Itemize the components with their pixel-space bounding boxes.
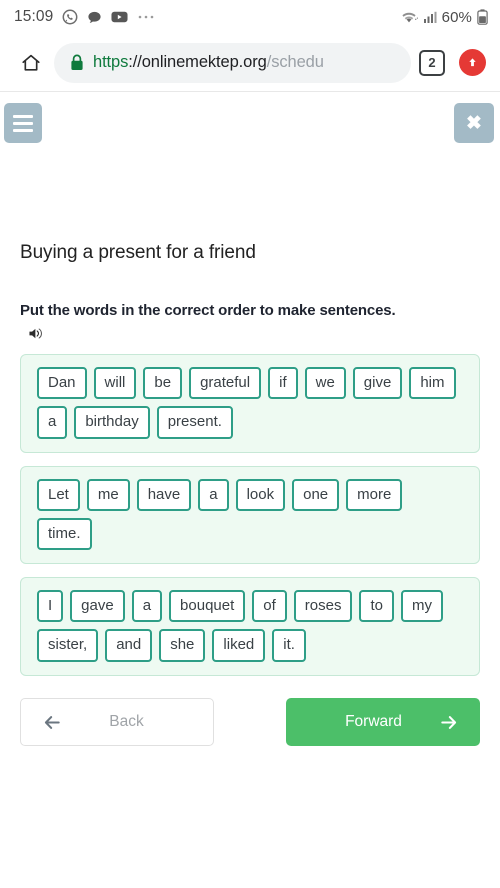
sentence-box-3: I gave a bouquet of roses to my sister, … bbox=[20, 577, 480, 676]
word-chip[interactable]: a bbox=[37, 406, 68, 439]
lock-icon bbox=[70, 54, 84, 71]
word-chip[interactable]: be bbox=[143, 367, 183, 400]
forward-button[interactable]: Forward bbox=[286, 698, 480, 746]
status-bar-left: 15:09 bbox=[14, 8, 400, 26]
url-text: https://onlinemektep.org/schedu bbox=[93, 53, 324, 72]
page-title: Buying a present for a friend bbox=[20, 242, 256, 263]
word-chip[interactable]: I bbox=[37, 590, 64, 623]
menu-bar-2 bbox=[13, 121, 33, 125]
word-chip[interactable]: grateful bbox=[189, 367, 262, 400]
chip-row-3: I gave a bouquet of roses to my sister, … bbox=[37, 590, 463, 662]
word-chip[interactable]: present. bbox=[156, 406, 233, 439]
instruction-text: Put the words in the correct order to ma… bbox=[20, 302, 396, 319]
word-chip[interactable]: it. bbox=[272, 629, 306, 662]
battery-percent-label: 60% bbox=[441, 8, 472, 26]
url-path: /schedu bbox=[266, 53, 324, 71]
navigation-row: Back Forward bbox=[20, 698, 480, 746]
back-button[interactable]: Back bbox=[20, 698, 214, 746]
word-chip[interactable]: she bbox=[159, 629, 206, 662]
sentence-box-1: Dan will be grateful if we give him a bi… bbox=[20, 354, 480, 453]
status-bar: 15:09 60% bbox=[0, 0, 500, 34]
url-host: ://onlinemektep.org bbox=[128, 53, 267, 71]
word-chip[interactable]: look bbox=[235, 478, 286, 511]
lesson-page: ✖ Buying a present for a friend Put the … bbox=[0, 92, 500, 888]
word-chip[interactable]: bouquet bbox=[169, 590, 246, 623]
sentence-list: Dan will be grateful if we give him a bi… bbox=[20, 354, 480, 689]
word-chip[interactable]: a bbox=[131, 590, 163, 623]
status-bar-right: 60% bbox=[400, 9, 488, 26]
chip-row-2: Let me have a look one more time. bbox=[37, 478, 463, 550]
messages-icon bbox=[87, 10, 102, 25]
word-chip[interactable]: my bbox=[401, 590, 443, 623]
word-chip[interactable]: me bbox=[86, 478, 130, 511]
word-chip[interactable]: will bbox=[93, 367, 137, 400]
address-bar[interactable]: https://onlinemektep.org/schedu bbox=[54, 42, 411, 83]
hamburger-menu-icon[interactable] bbox=[4, 103, 42, 143]
chip-row-1: Dan will be grateful if we give him a bi… bbox=[37, 367, 463, 439]
tab-counter-button[interactable]: 2 bbox=[419, 49, 445, 76]
word-chip[interactable]: one bbox=[292, 478, 340, 511]
wifi-icon bbox=[400, 10, 418, 24]
word-chip[interactable]: him bbox=[409, 367, 456, 400]
close-icon[interactable]: ✖ bbox=[454, 103, 494, 143]
word-chip[interactable]: we bbox=[304, 367, 346, 400]
url-scheme: https bbox=[93, 53, 129, 71]
signal-icon bbox=[423, 10, 437, 24]
word-chip[interactable]: to bbox=[359, 590, 394, 623]
word-chip[interactable]: sister, bbox=[37, 629, 99, 662]
arrow-right-icon bbox=[439, 715, 458, 730]
speaker-row bbox=[20, 326, 480, 346]
back-button-label: Back bbox=[109, 713, 144, 730]
instruction-block: Put the words in the correct order to ma… bbox=[20, 302, 480, 346]
menu-bar-3 bbox=[13, 128, 33, 132]
word-chip[interactable]: time. bbox=[37, 517, 92, 550]
whatsapp-icon bbox=[62, 9, 78, 25]
word-chip[interactable]: a bbox=[198, 478, 229, 511]
status-clock: 15:09 bbox=[14, 8, 54, 25]
word-chip[interactable]: give bbox=[352, 367, 403, 400]
word-chip[interactable]: roses bbox=[293, 590, 353, 623]
arrow-left-icon bbox=[43, 715, 62, 730]
menu-bar-1 bbox=[13, 114, 33, 118]
word-chip[interactable]: have bbox=[136, 478, 192, 511]
word-chip[interactable]: Dan bbox=[37, 367, 87, 400]
word-chip[interactable]: more bbox=[346, 478, 403, 511]
sentence-box-2: Let me have a look one more time. bbox=[20, 465, 480, 564]
more-dots-icon bbox=[137, 14, 155, 20]
word-chip[interactable]: liked bbox=[212, 629, 266, 662]
browser-toolbar: https://onlinemektep.org/schedu 2 bbox=[0, 34, 500, 92]
word-chip[interactable]: Let bbox=[37, 478, 80, 511]
home-icon[interactable] bbox=[14, 46, 48, 80]
word-chip[interactable]: if bbox=[268, 367, 298, 400]
youtube-icon bbox=[111, 10, 128, 24]
profile-avatar-icon[interactable] bbox=[459, 49, 486, 76]
speaker-icon[interactable] bbox=[28, 326, 45, 341]
battery-icon bbox=[477, 9, 488, 25]
word-chip[interactable]: birthday bbox=[74, 406, 150, 439]
word-chip[interactable]: and bbox=[105, 629, 153, 662]
word-chip[interactable]: of bbox=[252, 590, 287, 623]
word-chip[interactable]: gave bbox=[70, 590, 125, 623]
forward-button-label: Forward bbox=[345, 713, 402, 730]
